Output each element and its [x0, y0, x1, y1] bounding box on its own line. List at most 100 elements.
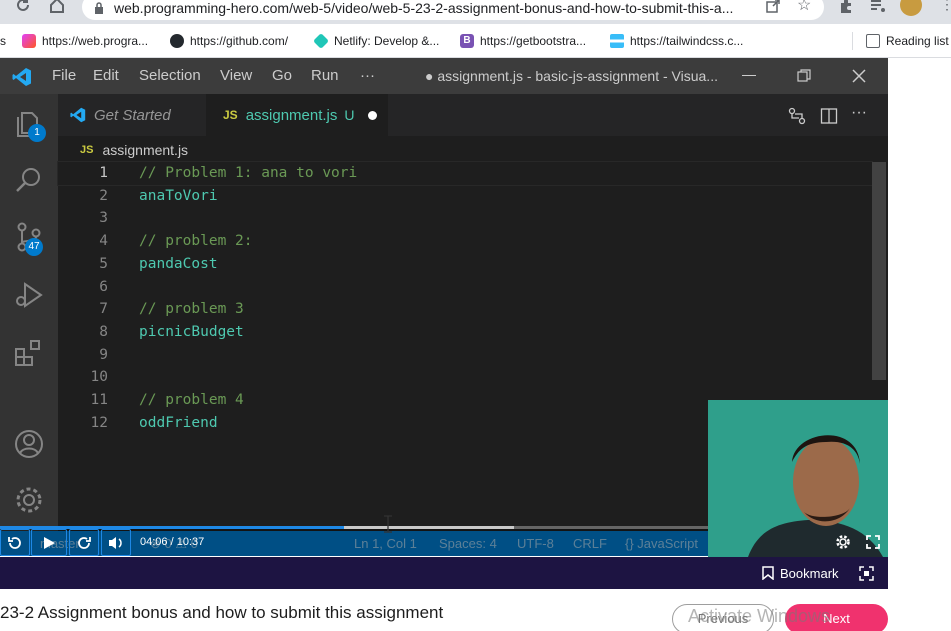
breadcrumb[interactable]: JS assignment.js: [80, 138, 188, 162]
code-line[interactable]: 2 anaToVori: [58, 185, 872, 208]
code-line[interactable]: 7 // problem 3: [58, 298, 872, 321]
code-identifier: picnicBudget: [139, 323, 244, 340]
playlist-icon[interactable]: [870, 0, 886, 14]
open-changes-icon[interactable]: [788, 107, 806, 125]
line-number: 4: [99, 233, 108, 250]
line-number: 12: [90, 414, 108, 431]
code-line[interactable]: 10: [58, 366, 872, 389]
menu-more[interactable]: ···: [360, 58, 375, 94]
untracked-marker: U: [344, 107, 355, 123]
star-icon[interactable]: ☆: [797, 0, 811, 14]
vscode-titlebar: File Edit Selection View Go Run ··· ● as…: [0, 58, 888, 94]
play-icon: [44, 536, 55, 549]
reading-list-icon: [866, 34, 880, 48]
home-icon[interactable]: [48, 0, 66, 14]
rewind-icon: [8, 536, 21, 549]
tab-assignment-js[interactable]: JS assignment.js U: [206, 94, 388, 136]
extensions-icon[interactable]: [838, 0, 854, 14]
menu-edit[interactable]: Edit: [93, 58, 119, 94]
settings-gear-icon[interactable]: [836, 535, 850, 549]
text-cursor-icon: [384, 515, 392, 533]
minimize-icon[interactable]: [742, 75, 756, 76]
restore-icon[interactable]: [797, 69, 811, 83]
forward-button[interactable]: [69, 529, 99, 556]
tailwind-icon: [610, 34, 624, 48]
menu-run[interactable]: Run: [311, 58, 339, 94]
menu-view[interactable]: View: [220, 58, 252, 94]
video-title: 23-2 Assignment bonus and how to submit …: [0, 603, 444, 622]
bookmark-item[interactable]: https://tailwindcss.c...: [610, 24, 743, 58]
reload-icon[interactable]: [14, 0, 32, 14]
code-line[interactable]: 8 picnicBudget: [58, 321, 872, 344]
bookmark-item[interactable]: B https://getbootstra...: [460, 24, 586, 58]
volume-icon: [109, 536, 122, 549]
bookmark-label: https://github.com/: [190, 34, 289, 48]
explorer-badge: 1: [28, 124, 46, 142]
reading-list-label: Reading list: [886, 34, 949, 48]
bookmark-item[interactable]: Netlify: Develop &...: [313, 24, 439, 58]
line-number: 1: [99, 165, 108, 181]
menu-selection[interactable]: Selection: [139, 58, 201, 94]
bookmark-button[interactable]: Bookmark: [762, 557, 839, 589]
code-line[interactable]: 6: [58, 276, 872, 299]
menu-file[interactable]: File: [52, 58, 76, 94]
search-icon[interactable]: [13, 164, 45, 196]
editor-tab-bar: Get Started JS assignment.js U ···: [58, 94, 888, 136]
forward-icon: [78, 536, 91, 549]
profile-avatar[interactable]: [900, 0, 922, 16]
code-line[interactable]: 9: [58, 344, 872, 367]
line-number: 2: [99, 187, 108, 204]
url-text[interactable]: web.programming-hero.com/web-5/video/web…: [114, 0, 733, 16]
bookmark-item[interactable]: https://github.com/: [170, 24, 288, 58]
share-icon[interactable]: [765, 0, 781, 14]
code-identifier: pandaCost: [139, 255, 218, 272]
close-icon[interactable]: [851, 68, 867, 84]
activity-bar: 1 47: [0, 94, 58, 556]
line-number: 5: [99, 255, 108, 272]
bookmark-label: Bookmark: [780, 565, 839, 581]
js-file-icon: JS: [80, 144, 94, 156]
browser-toolbar: web.programming-hero.com/web-5/video/web…: [0, 0, 951, 24]
more-actions-icon[interactable]: ···: [851, 104, 867, 122]
progress-buffered: [343, 526, 514, 529]
screen-capture-icon[interactable]: [859, 566, 874, 581]
split-editor-icon[interactable]: [820, 107, 838, 125]
run-debug-icon[interactable]: [13, 279, 45, 311]
github-icon: [170, 34, 184, 48]
page-right-margin: [888, 58, 951, 631]
code-line[interactable]: 3: [58, 207, 872, 230]
tab-get-started[interactable]: Get Started: [58, 94, 206, 136]
vscode-logo-icon: [12, 67, 32, 87]
account-icon[interactable]: [13, 428, 45, 460]
bootstrap-icon: B: [460, 34, 474, 48]
unsaved-dot-icon[interactable]: [367, 110, 377, 120]
vscode-logo-icon: [70, 107, 86, 123]
source-control-badge: 47: [25, 238, 43, 256]
line-number: 11: [90, 392, 108, 408]
tab-label: Get Started: [94, 106, 171, 124]
rewind-button[interactable]: [0, 529, 30, 556]
extensions-icon[interactable]: [13, 337, 45, 369]
bookmark-label: https://getbootstra...: [480, 34, 587, 48]
bookmark-item[interactable]: https://web.progra...: [22, 24, 148, 58]
player-bar: [0, 557, 888, 589]
netlify-icon: [313, 33, 329, 49]
volume-button[interactable]: [101, 529, 131, 556]
play-button[interactable]: [31, 529, 67, 556]
instructor-webcam: [708, 400, 888, 557]
code-line[interactable]: 5 pandaCost: [58, 253, 872, 276]
menu-go[interactable]: Go: [272, 58, 292, 94]
code-comment: // problem 3: [139, 301, 244, 318]
js-file-icon: JS: [223, 108, 238, 122]
settings-gear-icon[interactable]: [13, 484, 45, 516]
breadcrumb-file[interactable]: assignment.js: [102, 142, 188, 158]
code-identifier: anaToVori: [139, 187, 218, 204]
fullscreen-icon[interactable]: [866, 535, 880, 549]
code-line[interactable]: 4 // problem 2:: [58, 230, 872, 253]
code-comment: // Problem 1: ana to vori: [139, 165, 358, 181]
editor-scrollbar[interactable]: [872, 162, 886, 380]
bookmark-item[interactable]: s: [0, 24, 6, 58]
code-line[interactable]: 1 // Problem 1: ana to vori: [57, 161, 873, 186]
kebab-menu-icon[interactable]: ⋮: [940, 0, 951, 13]
reading-list-button[interactable]: Reading list: [866, 24, 949, 58]
